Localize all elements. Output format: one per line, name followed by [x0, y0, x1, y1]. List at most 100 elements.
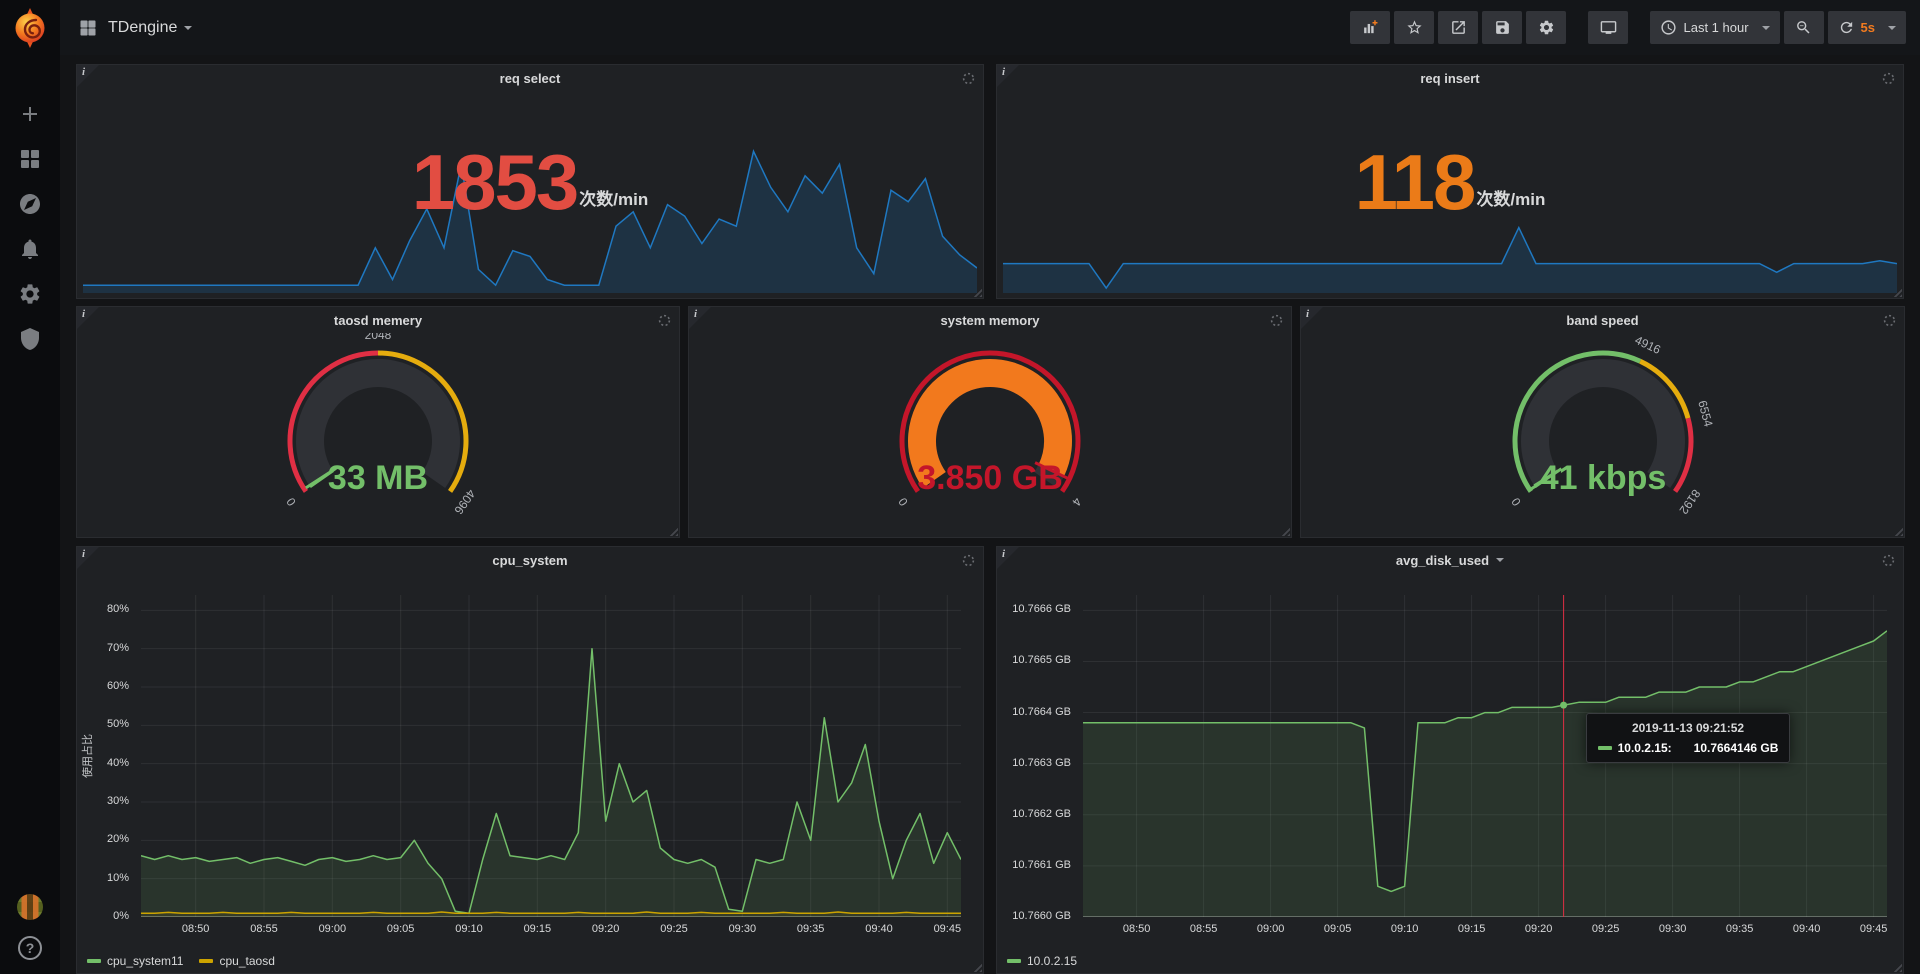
- x-tick-label: 09:05: [379, 923, 423, 935]
- x-tick-label: 09:30: [720, 923, 764, 935]
- dashboards-icon[interactable]: [18, 147, 42, 171]
- panel-info-icon[interactable]: i: [997, 65, 1019, 87]
- svg-text:2048: 2048: [365, 333, 392, 342]
- star-button[interactable]: [1394, 11, 1434, 44]
- y-tick-label: 10.7665 GB: [1012, 654, 1071, 666]
- panel-req-select: i req select 1853 次数/min: [76, 64, 984, 299]
- panel-loading-spinner-icon: [962, 554, 975, 567]
- x-axis: 08:5008:5509:0009:0509:1009:1509:2009:25…: [141, 921, 961, 937]
- x-tick-label: 09:40: [1785, 923, 1829, 935]
- plot-area[interactable]: 2019-11-13 09:21:52 10.0.2.15: 10.766414…: [1083, 595, 1887, 917]
- legend-item[interactable]: cpu_taosd: [199, 954, 274, 968]
- panel-header[interactable]: cpu_system: [77, 547, 983, 573]
- x-tick-label: 08:50: [174, 923, 218, 935]
- x-tick-label: 09:10: [1383, 923, 1427, 935]
- user-avatar[interactable]: [17, 894, 43, 920]
- panel-info-icon[interactable]: i: [77, 65, 99, 87]
- alerting-bell-icon[interactable]: [18, 237, 42, 261]
- plot-area[interactable]: [141, 595, 961, 917]
- explore-compass-icon[interactable]: [18, 192, 42, 216]
- svg-text:4: 4: [1069, 495, 1084, 509]
- legend-label: cpu_system11: [107, 954, 183, 968]
- panel-info-icon[interactable]: i: [689, 307, 711, 329]
- panel-band-speed: i band speed 049166554819241 kbps: [1300, 306, 1905, 538]
- legend-item[interactable]: cpu_system11: [87, 954, 183, 968]
- share-button[interactable]: [1438, 11, 1478, 44]
- panel-title: taosd memery: [334, 313, 422, 328]
- panel-info-icon[interactable]: i: [77, 307, 99, 329]
- chevron-down-icon[interactable]: [184, 26, 192, 30]
- zoom-out-button[interactable]: [1784, 11, 1824, 44]
- panel-loading-spinner-icon: [1270, 314, 1283, 327]
- grafana-logo[interactable]: [8, 6, 52, 50]
- clock-icon: [1660, 19, 1677, 36]
- svg-text:0: 0: [895, 495, 910, 509]
- refresh-button[interactable]: 5s: [1828, 11, 1906, 44]
- tv-mode-button[interactable]: [1588, 11, 1628, 44]
- dashboard-settings-button[interactable]: [1526, 11, 1566, 44]
- panel-title: avg_disk_used: [1396, 553, 1489, 568]
- security-shield-icon[interactable]: [18, 327, 42, 351]
- panel-menu-caret-icon[interactable]: [1496, 558, 1504, 562]
- add-icon[interactable]: [18, 102, 42, 126]
- legend-label: 10.0.2.15: [1027, 954, 1077, 968]
- legend-item[interactable]: 10.0.2.15: [1007, 954, 1077, 968]
- chevron-down-icon: [1762, 26, 1770, 30]
- panel-title: cpu_system: [492, 553, 567, 568]
- help-icon[interactable]: ?: [18, 936, 42, 960]
- zoom-out-icon: [1795, 19, 1812, 36]
- configuration-gear-icon[interactable]: [18, 282, 42, 306]
- y-tick-label: 10.7661 GB: [1012, 859, 1071, 871]
- svg-text:3.850 GB: 3.850 GB: [917, 459, 1063, 497]
- y-tick-label: 70%: [107, 642, 129, 654]
- panel-title: band speed: [1566, 313, 1638, 328]
- legend-swatch: [87, 959, 101, 963]
- y-tick-label: 30%: [107, 795, 129, 807]
- tooltip-timestamp: 2019-11-13 09:21:52: [1598, 721, 1779, 735]
- x-tick-label: 09:25: [652, 923, 696, 935]
- system-memory-gauge: 0 4 3.850 GB: [860, 333, 1120, 539]
- gauge: 0 4 3.850 GB: [689, 333, 1291, 537]
- x-tick-label: 09:30: [1651, 923, 1695, 935]
- panel-info-icon[interactable]: i: [77, 547, 99, 569]
- panel-loading-spinner-icon: [1883, 314, 1896, 327]
- panel-cpu-system: i cpu_system 使用占比 0%10%20%30%40%50%60%70…: [76, 546, 984, 974]
- panel-header[interactable]: taosd memery: [77, 307, 679, 333]
- x-tick-label: 09:25: [1584, 923, 1628, 935]
- y-tick-label: 10.7660 GB: [1012, 910, 1071, 922]
- svg-text:0: 0: [1508, 495, 1523, 509]
- x-tick-label: 08:50: [1115, 923, 1159, 935]
- panel-header[interactable]: req insert: [997, 65, 1903, 91]
- add-panel-button[interactable]: [1350, 11, 1390, 44]
- time-range-label: Last 1 hour: [1683, 20, 1748, 35]
- dashboard-title[interactable]: TDengine: [108, 19, 177, 37]
- panel-header[interactable]: req select: [77, 65, 983, 91]
- panel-req-insert: i req insert 118 次数/min: [996, 64, 1904, 299]
- legend-swatch: [199, 959, 213, 963]
- panel-header[interactable]: band speed: [1301, 307, 1904, 333]
- dashboard-grid-icon[interactable]: [78, 18, 98, 38]
- x-tick-label: 09:10: [447, 923, 491, 935]
- panel-system-memory: i system memory 0 4 3.850 GB: [688, 306, 1292, 538]
- panel-header[interactable]: avg_disk_used: [997, 547, 1903, 573]
- panel-title: req insert: [1420, 71, 1479, 86]
- x-tick-label: 09:45: [925, 923, 969, 935]
- tooltip-series-label: 10.0.2.15:: [1618, 741, 1672, 755]
- panel-loading-spinner-icon: [658, 314, 671, 327]
- chevron-down-icon: [1888, 26, 1896, 30]
- gauge: 049166554819241 kbps: [1301, 333, 1904, 537]
- panel-header[interactable]: system memory: [689, 307, 1291, 333]
- panel-info-icon[interactable]: i: [997, 547, 1019, 569]
- sidebar-menu: [18, 102, 42, 351]
- x-tick-label: 09:15: [515, 923, 559, 935]
- refresh-interval-label[interactable]: 5s: [1861, 20, 1875, 35]
- grafana-app: ? TDengine Last 1 hour: [0, 0, 1920, 974]
- time-range-picker[interactable]: Last 1 hour: [1650, 11, 1779, 44]
- y-tick-label: 10.7664 GB: [1012, 706, 1071, 718]
- y-axis: 10.7660 GB10.7661 GB10.7662 GB10.7663 GB…: [997, 595, 1077, 917]
- x-tick-label: 08:55: [242, 923, 286, 935]
- x-axis: 08:5008:5509:0009:0509:1009:1509:2009:25…: [1083, 921, 1887, 937]
- grafana-logo-icon: [10, 8, 50, 48]
- panel-info-icon[interactable]: i: [1301, 307, 1323, 329]
- save-button[interactable]: [1482, 11, 1522, 44]
